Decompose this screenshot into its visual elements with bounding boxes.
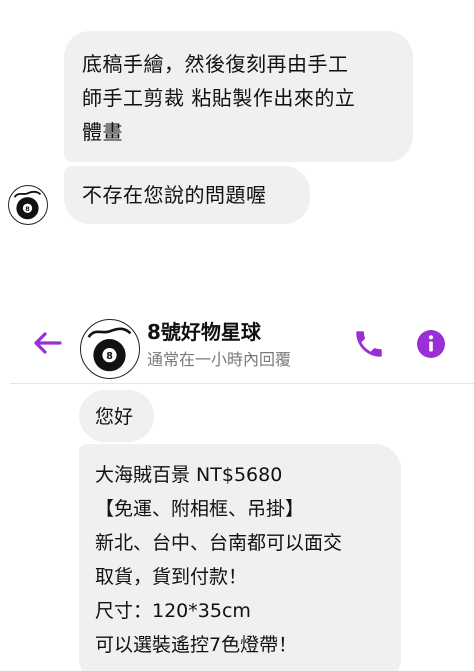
message-bubble: 您好 [79, 390, 154, 442]
message-bubble: 不存在您說的問題喔 [64, 166, 310, 224]
message-bubble: 大海賊百景 NT$5680 【免運、附相框、吊掛】 新北、台中、台南都可以面交 … [79, 444, 401, 671]
back-button[interactable] [30, 328, 64, 358]
message-line: 底稿手繪，然後復刻再由手工 [82, 52, 349, 76]
message-line: 您好 [95, 406, 134, 428]
contact-avatar[interactable]: 8 [80, 319, 140, 379]
info-icon [417, 330, 445, 358]
message-bubble: 底稿手繪，然後復刻再由手工 師手工剪裁 粘貼製作出來的立 體畫 [64, 31, 413, 162]
message-line: 新北、台中、台南都可以面交 [95, 532, 343, 554]
avatar[interactable]: 8 [8, 185, 48, 225]
chat-screen: 底稿手繪，然後復刻再由手工 師手工剪裁 粘貼製作出來的立 體畫 8 不存在您說的… [0, 0, 474, 671]
header-divider [10, 383, 474, 384]
phone-icon [356, 331, 382, 357]
message-line: 【免運、附相框、吊掛】 [95, 498, 305, 520]
stussy-8-ball-icon: 8 [87, 327, 132, 372]
stussy-8-ball-icon: 8 [13, 190, 42, 220]
message-line: 取貨，貨到付款！ [95, 566, 248, 588]
call-button[interactable] [352, 327, 386, 361]
message-line: 尺寸：120*35cm [95, 600, 251, 622]
arrow-left-icon [34, 332, 62, 354]
message-line: 體畫 [82, 120, 123, 144]
message-line: 大海賊百景 NT$5680 [95, 464, 283, 486]
message-line: 師手工剪裁 粘貼製作出來的立 [82, 86, 356, 110]
info-button[interactable] [416, 329, 446, 359]
contact-status: 通常在一小時內回覆 [147, 350, 292, 369]
svg-text:8: 8 [106, 351, 113, 362]
contact-name: 8號好物星球 [147, 320, 261, 344]
message-line: 不存在您說的問題喔 [82, 183, 267, 207]
message-line: 可以選裝遙控7色燈帶！ [95, 634, 298, 656]
svg-text:8: 8 [25, 205, 30, 213]
